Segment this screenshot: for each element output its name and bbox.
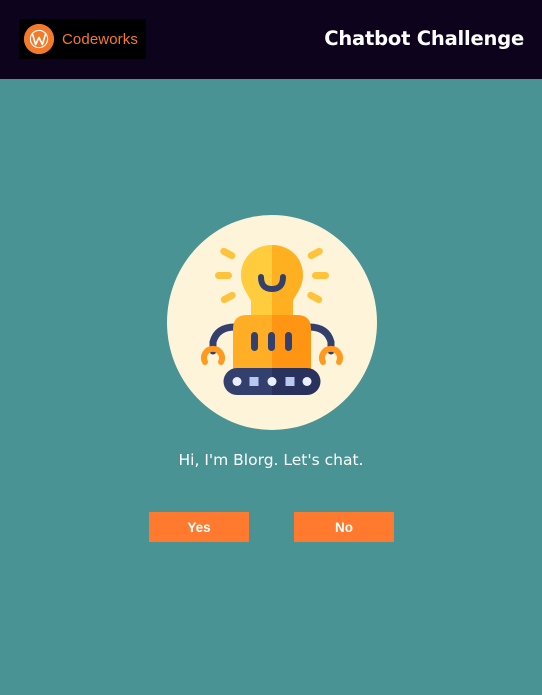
codeworks-w-icon (24, 24, 54, 54)
app-header: Codeworks Chatbot Challenge (0, 0, 542, 79)
yes-button[interactable]: Yes (149, 512, 249, 542)
logo-text: Codeworks (62, 30, 138, 48)
no-button[interactable]: No (294, 512, 394, 542)
bot-avatar (167, 215, 377, 430)
page-title: Chatbot Challenge (324, 27, 524, 50)
bot-greeting: Hi, I'm Blorg. Let's chat. (178, 451, 364, 469)
robot-lightbulb-icon (201, 245, 343, 395)
codeworks-logo[interactable]: Codeworks (19, 19, 146, 59)
